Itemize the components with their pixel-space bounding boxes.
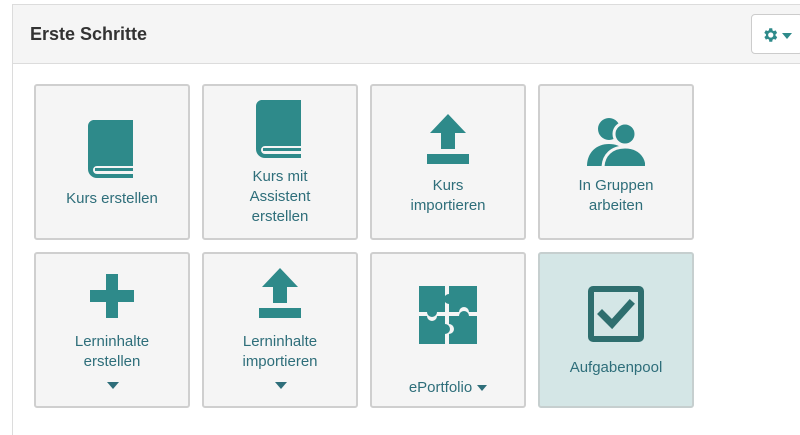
- upload-icon: [427, 114, 469, 164]
- chevron-down-icon: [782, 33, 792, 39]
- tile-label: Kurs importieren: [410, 177, 486, 214]
- tile-kurs-erstellen[interactable]: Kurs erstellen: [34, 84, 190, 240]
- plus-icon: [90, 274, 134, 318]
- chevron-down-icon: [477, 385, 488, 392]
- panel-title: Erste Schritte: [30, 24, 148, 44]
- settings-dropdown-button[interactable]: [751, 14, 800, 54]
- tile-eportfolio[interactable]: ePortfolio: [370, 252, 526, 408]
- tile-label: Kurs erstellen: [66, 190, 158, 207]
- chevron-down-icon: [275, 382, 287, 389]
- tile-label-text: ePortfolio: [408, 379, 473, 396]
- tile-aufgabenpool[interactable]: Aufgabenpool: [538, 252, 694, 408]
- tile-kurs-importieren[interactable]: Kurs importieren: [370, 84, 526, 240]
- tile-kurs-mit-assistent[interactable]: Kurs mit Assistent erstellen: [202, 84, 358, 240]
- tile-label: In Gruppen arbeiten: [578, 177, 654, 214]
- chevron-down-icon: [107, 382, 119, 389]
- tile-label: Lerninhalte erstellen: [74, 333, 150, 370]
- tile-lerninhalte-importieren[interactable]: Lerninhalte importieren: [202, 252, 358, 408]
- tile-label: Lerninhalte importieren: [242, 333, 318, 370]
- panel-header: Erste Schritte: [13, 5, 800, 64]
- book-icon: [255, 100, 301, 158]
- tile-lerninhalte-erstellen[interactable]: Lerninhalte erstellen: [34, 252, 190, 408]
- checkbox-icon: [588, 286, 644, 342]
- tile-label: Kurs mit Assistent erstellen: [249, 168, 311, 225]
- group-icon: [587, 118, 645, 166]
- puzzle-icon: [419, 286, 477, 344]
- tile-label: Aufgabenpool: [569, 359, 663, 376]
- book-icon: [87, 120, 133, 178]
- tile-label: ePortfolio: [376, 358, 520, 398]
- tile-in-gruppen-arbeiten[interactable]: In Gruppen arbeiten: [538, 84, 694, 240]
- upload-icon: [259, 268, 301, 318]
- gear-icon: [764, 28, 778, 42]
